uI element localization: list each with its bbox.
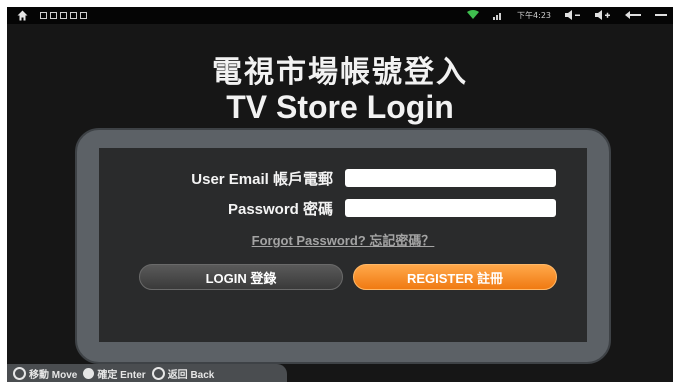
volume-down-icon[interactable]: [565, 9, 581, 21]
hint-enter: 確定 Enter: [83, 366, 146, 381]
wifi-icon: [467, 9, 480, 21]
login-panel: User Email 帳戶電郵 Password 密碼 Forgot Passw…: [75, 128, 611, 364]
calendar-icon: [40, 11, 47, 19]
status-bar-left: [17, 9, 87, 21]
ok-button-icon: [83, 367, 95, 379]
status-bar-right: 下午4:23: [467, 9, 667, 21]
hint-move: 移動 Move: [13, 366, 77, 381]
home-icon[interactable]: [17, 9, 28, 21]
page-title-english: TV Store Login: [226, 89, 454, 125]
download-icon: [50, 11, 57, 19]
page-title-chinese: 電視市場帳號登入: [212, 55, 468, 90]
volume-up-icon[interactable]: [595, 9, 611, 21]
password-label: Password 密碼: [227, 201, 333, 218]
signal-icon: [493, 9, 503, 21]
back-arrow-icon[interactable]: [625, 9, 641, 21]
hint-back: 返回 Back: [151, 366, 215, 381]
usb-icon: [80, 11, 87, 19]
email-field[interactable]: [345, 169, 556, 187]
hint-move-label: 移動 Move: [29, 369, 78, 381]
menu-icon[interactable]: [655, 9, 667, 21]
login-form: User Email 帳戶電郵 Password 密碼 Forgot Passw…: [99, 148, 587, 342]
notification-icons: [40, 11, 87, 19]
status-bar: 下午4:23: [7, 7, 673, 24]
clock: 下午4:23: [517, 10, 551, 20]
hint-enter-label: 確定 Enter: [97, 369, 146, 381]
forgot-password-link[interactable]: Forgot Password? 忘記密碼？: [99, 230, 587, 249]
image-icon: [70, 11, 77, 19]
password-field[interactable]: [345, 199, 556, 217]
app-screen: 下午4:23 電視市場帳號登入 TV Store Login User Emai…: [7, 7, 673, 382]
navigation-hint-bar: 移動 Move 確定 Enter 返回 Back: [7, 364, 287, 382]
dpad-icon: [13, 366, 26, 380]
upload-icon: [60, 11, 67, 19]
register-button[interactable]: REGISTER 註冊: [353, 264, 557, 290]
login-button[interactable]: LOGIN 登錄: [139, 264, 343, 290]
back-button-icon: [151, 366, 165, 380]
hint-back-label: 返回 Back: [167, 369, 215, 381]
email-label: User Email 帳戶電郵: [191, 171, 333, 188]
